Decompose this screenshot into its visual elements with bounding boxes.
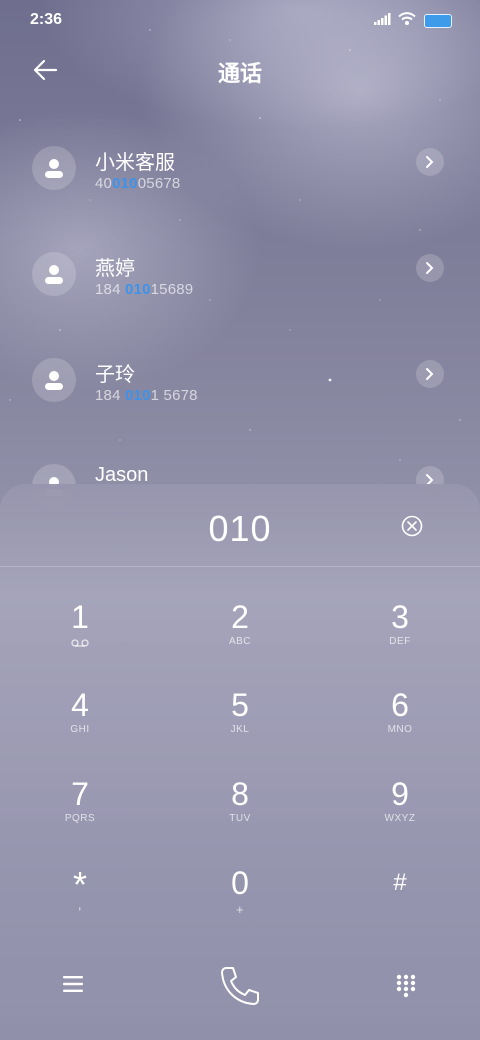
key-9[interactable]: 9 WXYZ — [340, 777, 460, 857]
key-3[interactable]: 3 DEF — [340, 600, 460, 680]
key-1[interactable]: 1 — [20, 600, 140, 680]
avatar — [32, 146, 76, 190]
chevron-right-icon — [426, 156, 434, 168]
key-8[interactable]: 8 TUV — [180, 777, 300, 857]
contact-row[interactable]: 小米客服 4001005678 — [0, 136, 480, 216]
key-letters: GHI — [70, 724, 90, 735]
key-letters: DEF — [389, 636, 411, 647]
cellular-signal-icon — [374, 13, 391, 25]
contact-detail-button[interactable] — [416, 254, 444, 282]
menu-icon[interactable] — [63, 975, 83, 993]
key-digit: 8 — [231, 776, 249, 812]
key-digit: 9 — [391, 776, 409, 812]
key-letters: WXYZ — [384, 813, 416, 824]
contact-name: 燕婷 — [95, 258, 135, 280]
key-digit: 4 — [71, 687, 89, 723]
contact-number: 4001005678 — [95, 175, 181, 192]
wifi-icon — [398, 12, 416, 25]
key-digit: 6 — [391, 687, 409, 723]
battery-icon — [424, 14, 452, 28]
person-icon — [45, 371, 63, 390]
key-letters: TUV — [229, 813, 251, 824]
key-digit: 5 — [231, 687, 249, 723]
key-5[interactable]: 5 JKL — [180, 688, 300, 768]
key-digit: # — [393, 869, 407, 896]
key-letters: ABC — [228, 636, 252, 647]
clear-circle-x-icon[interactable] — [400, 514, 424, 538]
page-title: 通话 — [217, 61, 262, 86]
person-icon — [45, 159, 63, 178]
key-7[interactable]: 7 PQRS — [20, 777, 140, 857]
chevron-right-icon — [426, 368, 434, 380]
key-letters: + — [235, 902, 245, 917]
avatar — [32, 252, 76, 296]
key-letters: JKL — [230, 724, 250, 735]
key-digit: 1 — [71, 599, 89, 635]
keypad-icon[interactable] — [396, 974, 416, 998]
key-letters: , — [77, 896, 83, 912]
person-icon — [45, 265, 63, 284]
key-6[interactable]: 6 MNO — [340, 688, 460, 768]
contact-row[interactable]: 燕婷 184 01015689 — [0, 242, 480, 322]
avatar — [32, 358, 76, 402]
contact-number: 184 01015689 — [95, 281, 194, 298]
status-time: 2:36 — [30, 11, 63, 28]
key-digit: 7 — [71, 776, 89, 812]
contact-name: 子玲 — [95, 364, 135, 386]
chevron-right-icon — [426, 262, 434, 274]
key-star[interactable]: * , — [20, 866, 140, 946]
key-digit: 3 — [391, 599, 409, 635]
voicemail-icon — [71, 639, 89, 647]
key-4[interactable]: 4 GHI — [20, 688, 140, 768]
key-2[interactable]: 2 ABC — [180, 600, 300, 680]
key-0[interactable]: 0 + — [180, 866, 300, 946]
contact-detail-button[interactable] — [416, 148, 444, 176]
phone-icon[interactable] — [218, 964, 262, 1008]
key-letters: MNO — [387, 724, 413, 735]
contact-name: 小米客服 — [95, 152, 175, 174]
contact-detail-button[interactable] — [416, 360, 444, 388]
key-hash[interactable]: # — [340, 866, 460, 946]
key-digit: 0 — [231, 865, 249, 901]
contact-row[interactable]: 子玲 184 0101 5678 — [0, 348, 480, 428]
key-letters: PQRS — [64, 813, 96, 824]
divider — [0, 566, 480, 567]
contact-number: 184 0101 5678 — [95, 387, 198, 404]
key-digit: 2 — [231, 599, 249, 635]
status-bar: 2:36 — [0, 0, 480, 40]
